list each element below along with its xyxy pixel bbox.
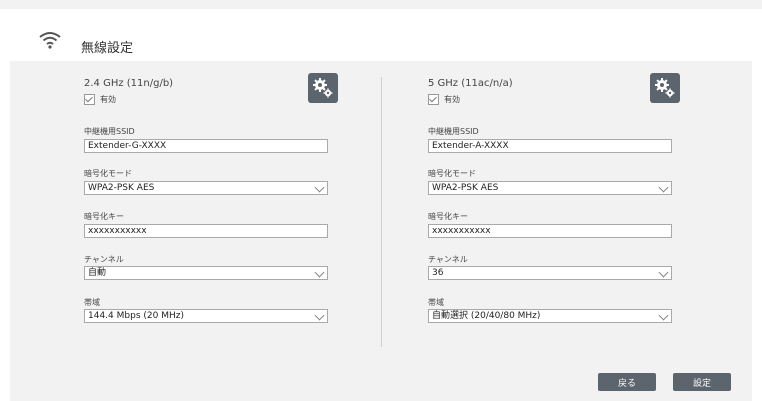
band-2g-column: 2.4 GHz (11n/g/b) 有効 中継機用SSID Extender-G…	[84, 61, 344, 361]
bandwidth-value: 144.4 Mbps (20 MHz)	[88, 311, 184, 321]
page-header: 無線設定	[0, 9, 762, 61]
key-label: 暗号化キー	[428, 212, 468, 221]
band-name: 5 GHz (11ac/n/a)	[428, 78, 513, 89]
save-button[interactable]: 設定	[673, 373, 731, 391]
ssid-input[interactable]: Extender-G-XXXX	[84, 139, 328, 153]
enable-label: 有効	[444, 94, 460, 104]
bandwidth-label: 帯域	[84, 298, 100, 307]
back-button[interactable]: 戻る	[598, 373, 656, 391]
bandwidth-select[interactable]: 144.4 Mbps (20 MHz)	[84, 309, 328, 323]
advanced-settings-button[interactable]	[650, 73, 680, 103]
security-value: WPA2-PSK AES	[432, 183, 499, 193]
key-label: 暗号化キー	[84, 212, 124, 221]
chevron-down-icon	[314, 267, 325, 278]
key-input[interactable]: xxxxxxxxxxx	[428, 224, 672, 238]
enable-label: 有効	[100, 94, 116, 104]
ssid-label: 中継機用SSID	[428, 127, 479, 136]
bandwidth-label: 帯域	[428, 298, 444, 307]
column-divider	[381, 77, 382, 347]
bandwidth-value: 自動選択 (20/40/80 MHz)	[432, 311, 541, 321]
ssid-label: 中継機用SSID	[84, 127, 135, 136]
ssid-input[interactable]: Extender-A-XXXX	[428, 139, 672, 153]
channel-select[interactable]: 36	[428, 266, 672, 280]
enable-checkbox-row[interactable]: 有効	[84, 93, 116, 105]
page-title: 無線設定	[81, 41, 134, 56]
bandwidth-select[interactable]: 自動選択 (20/40/80 MHz)	[428, 309, 672, 323]
enable-checkbox[interactable]	[84, 93, 95, 105]
channel-label: チャンネル	[428, 255, 468, 264]
top-strip	[0, 0, 762, 9]
security-label: 暗号化モード	[428, 169, 476, 178]
security-select[interactable]: WPA2-PSK AES	[84, 181, 328, 195]
channel-value: 36	[432, 268, 444, 278]
chevron-down-icon	[314, 310, 325, 321]
enable-checkbox[interactable]	[428, 93, 439, 105]
chevron-down-icon	[314, 182, 325, 193]
band-name: 2.4 GHz (11n/g/b)	[84, 78, 174, 89]
key-input[interactable]: xxxxxxxxxxx	[84, 224, 328, 238]
channel-select[interactable]: 自動	[84, 266, 328, 280]
channel-label: チャンネル	[84, 255, 124, 264]
chevron-down-icon	[658, 310, 669, 321]
gear-icon	[655, 78, 675, 98]
channel-value: 自動	[88, 268, 107, 278]
security-label: 暗号化モード	[84, 169, 132, 178]
security-value: WPA2-PSK AES	[88, 183, 155, 193]
chevron-down-icon	[658, 182, 669, 193]
chevron-down-icon	[658, 267, 669, 278]
enable-checkbox-row[interactable]: 有効	[428, 93, 460, 105]
settings-panel: 2.4 GHz (11n/g/b) 有効 中継機用SSID Extender-G…	[10, 61, 752, 401]
gear-icon	[313, 78, 333, 98]
band-5g-column: 5 GHz (11ac/n/a) 有効 中継機用SSID Extender-A-…	[428, 61, 688, 361]
advanced-settings-button[interactable]	[308, 73, 338, 103]
wifi-icon	[39, 32, 61, 49]
security-select[interactable]: WPA2-PSK AES	[428, 181, 672, 195]
